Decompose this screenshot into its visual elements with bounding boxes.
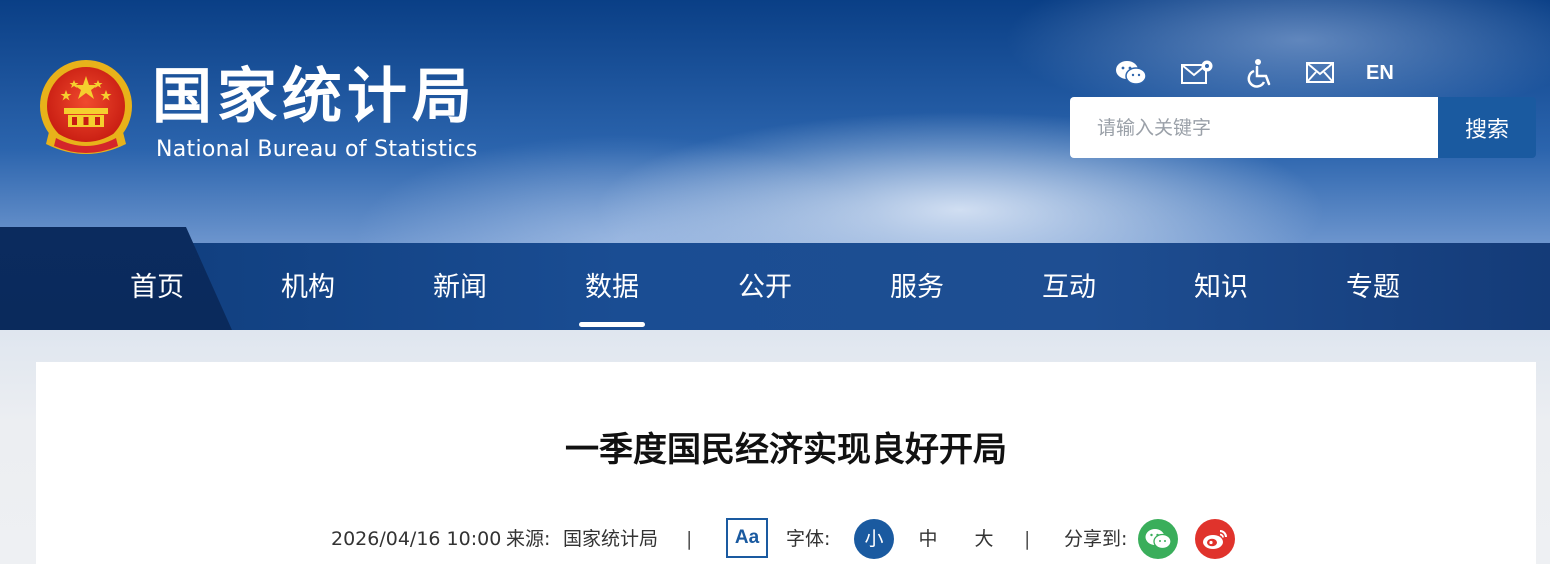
- article-title: 一季度国民经济实现良好开局: [565, 430, 1007, 470]
- meta-separator: |: [686, 528, 693, 550]
- font-size-medium-button[interactable]: 中: [908, 519, 948, 559]
- mail-settings-icon[interactable]: [1180, 58, 1214, 88]
- weibo-icon: [1203, 530, 1227, 549]
- nav-item-service[interactable]: 服务: [857, 243, 977, 330]
- nav-item-knowledge[interactable]: 知识: [1161, 243, 1281, 330]
- font-size-icon: Aa: [726, 518, 768, 558]
- share-label: 分享到:: [1064, 528, 1128, 550]
- nav-item-institution[interactable]: 机构: [248, 243, 368, 330]
- source-value: 国家统计局: [563, 528, 659, 550]
- mail-icon[interactable]: [1303, 58, 1337, 88]
- nav-item-home[interactable]: 首页: [97, 243, 217, 330]
- site-subtitle: National Bureau of Statistics: [156, 137, 478, 162]
- article-datetime: 2026/04/16 10:00: [331, 528, 502, 550]
- nav-item-interact[interactable]: 互动: [1009, 243, 1129, 330]
- nav-item-public[interactable]: 公开: [705, 243, 825, 330]
- nav-active-indicator: [579, 322, 645, 327]
- font-size-small-button[interactable]: 小: [854, 519, 894, 559]
- share-wechat-button[interactable]: [1138, 519, 1178, 559]
- font-label: 字体:: [786, 528, 831, 550]
- source-label: 来源:: [506, 528, 551, 550]
- accessibility-icon[interactable]: [1244, 58, 1278, 88]
- font-size-large-button[interactable]: 大: [964, 519, 1004, 559]
- search-box: [1070, 97, 1438, 158]
- wechat-icon: [1145, 529, 1172, 550]
- wechat-icon[interactable]: [1114, 58, 1148, 88]
- search-input[interactable]: [1070, 97, 1438, 158]
- national-emblem-icon: [40, 60, 132, 154]
- share-weibo-button[interactable]: [1195, 519, 1235, 559]
- language-en-link[interactable]: EN: [1366, 58, 1402, 88]
- nav-item-data[interactable]: 数据: [552, 243, 672, 330]
- search-button[interactable]: 搜索: [1438, 97, 1536, 158]
- nav-item-news[interactable]: 新闻: [400, 243, 520, 330]
- nav-item-topics[interactable]: 专题: [1313, 243, 1433, 330]
- site-title[interactable]: 国家统计局: [152, 62, 477, 132]
- meta-separator-2: |: [1024, 528, 1031, 550]
- national-emblem-logo[interactable]: [36, 58, 136, 162]
